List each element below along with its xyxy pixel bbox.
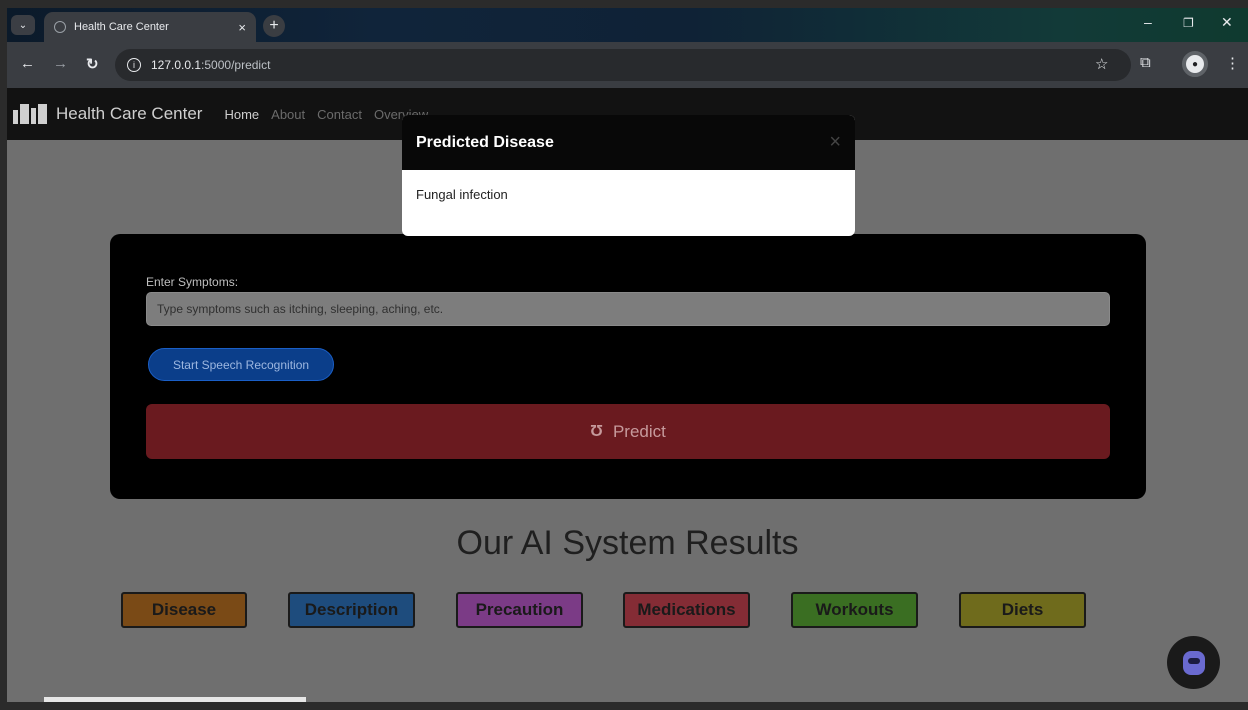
- url-host: 127.0.0.1: [151, 58, 202, 72]
- tab-title: Health Care Center: [74, 21, 169, 33]
- back-icon[interactable]: ←: [20, 55, 35, 72]
- menu-kebab-icon[interactable]: ⋮: [1225, 54, 1240, 72]
- nav-contact[interactable]: Contact: [317, 107, 362, 122]
- address-bar[interactable]: i 127.0.0.1 :5000/predict: [115, 49, 1131, 81]
- stethoscope-icon: Ʊ: [590, 422, 603, 440]
- precaution-button[interactable]: Precaution: [456, 592, 583, 628]
- site-brand[interactable]: Health Care Center: [56, 104, 202, 124]
- predicted-disease-text: Fungal infection: [416, 187, 508, 202]
- nav-home[interactable]: Home: [224, 107, 259, 122]
- browser-tab[interactable]: Health Care Center ×: [44, 12, 256, 42]
- symptom-form-card: Enter Symptoms: Start Speech Recognition…: [110, 234, 1146, 499]
- robot-icon: [1182, 650, 1205, 675]
- workouts-button[interactable]: Workouts: [791, 592, 918, 628]
- close-window-button[interactable]: ✕: [1221, 14, 1233, 31]
- modal-title: Predicted Disease: [416, 133, 554, 151]
- bookmark-star-icon[interactable]: ☆: [1095, 55, 1108, 73]
- modal-close-button[interactable]: ×: [829, 131, 841, 154]
- taskbar-strip: [44, 697, 306, 702]
- hospital-logo-icon: [13, 104, 47, 124]
- new-tab-button[interactable]: +: [263, 15, 285, 37]
- browser-window: ⌄ Health Care Center × + – ❐ ✕ ← → ↻ i 1…: [7, 8, 1248, 702]
- site-info-icon[interactable]: i: [127, 58, 141, 72]
- predict-label: Predict: [612, 421, 666, 441]
- extensions-icon[interactable]: ⧉: [1140, 54, 1151, 71]
- tab-strip: ⌄ Health Care Center × + – ❐ ✕: [7, 8, 1248, 42]
- forward-icon[interactable]: →: [53, 55, 68, 72]
- tab-search-button[interactable]: ⌄: [11, 15, 35, 35]
- description-button[interactable]: Description: [288, 592, 415, 628]
- url-path: :5000/predict: [201, 58, 271, 72]
- nav-about[interactable]: About: [271, 107, 305, 122]
- speech-recognition-button[interactable]: Start Speech Recognition: [148, 348, 334, 381]
- globe-icon: [54, 21, 66, 33]
- profile-avatar[interactable]: ●: [1182, 51, 1208, 77]
- disease-button[interactable]: Disease: [121, 592, 247, 628]
- symptoms-input[interactable]: [146, 292, 1110, 326]
- reload-icon[interactable]: ↻: [86, 55, 99, 73]
- minimize-button[interactable]: –: [1144, 14, 1152, 30]
- diets-button[interactable]: Diets: [959, 592, 1086, 628]
- restore-button[interactable]: ❐: [1183, 16, 1194, 30]
- tab-close-button[interactable]: ×: [238, 20, 246, 35]
- results-title: Our AI System Results: [456, 524, 799, 562]
- predict-button[interactable]: Ʊ Predict: [146, 404, 1110, 459]
- browser-toolbar: ← → ↻ i 127.0.0.1 :5000/predict ☆ ⧉ ● ⋮: [7, 42, 1248, 88]
- predicted-disease-modal: Predicted Disease × Fungal infection: [402, 115, 855, 236]
- symptoms-label: Enter Symptoms:: [146, 275, 239, 289]
- chatbot-button[interactable]: [1167, 636, 1220, 689]
- modal-header: Predicted Disease ×: [402, 115, 855, 170]
- medications-button[interactable]: Medications: [623, 592, 750, 628]
